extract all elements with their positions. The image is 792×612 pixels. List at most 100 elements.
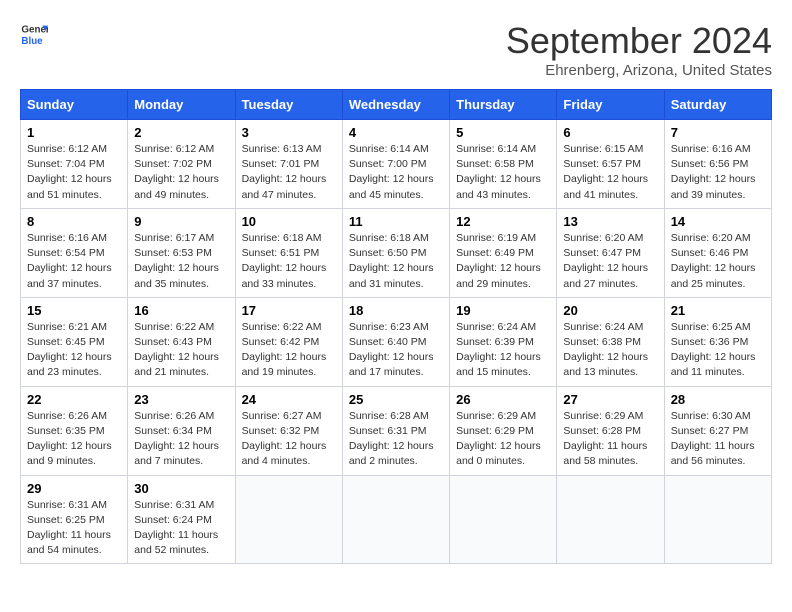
- day-info: Sunrise: 6:18 AMSunset: 6:50 PMDaylight:…: [349, 231, 443, 292]
- logo-icon: General Blue: [20, 20, 48, 48]
- day-info: Sunrise: 6:28 AMSunset: 6:31 PMDaylight:…: [349, 409, 443, 470]
- svg-text:Blue: Blue: [21, 36, 43, 47]
- calendar-cell: 21 Sunrise: 6:25 AMSunset: 6:36 PMDayligh…: [664, 297, 771, 386]
- month-title: September 2024: [506, 20, 772, 62]
- day-info: Sunrise: 6:16 AMSunset: 6:56 PMDaylight:…: [671, 142, 765, 203]
- calendar-table: SundayMondayTuesdayWednesdayThursdayFrid…: [20, 89, 772, 564]
- calendar-cell: [235, 475, 342, 564]
- day-number: 26: [456, 392, 550, 407]
- day-info: Sunrise: 6:14 AMSunset: 7:00 PMDaylight:…: [349, 142, 443, 203]
- week-row-1: 1 Sunrise: 6:12 AMSunset: 7:04 PMDaylight…: [21, 120, 772, 209]
- calendar-cell: 24 Sunrise: 6:27 AMSunset: 6:32 PMDayligh…: [235, 386, 342, 475]
- header-wednesday: Wednesday: [342, 90, 449, 120]
- calendar-cell: 12 Sunrise: 6:19 AMSunset: 6:49 PMDayligh…: [450, 208, 557, 297]
- calendar-cell: 10Sunrise: 6:18 AMSunset: 6:51 PMDayligh…: [235, 208, 342, 297]
- calendar-cell: 5 Sunrise: 6:14 AMSunset: 6:58 PMDaylight…: [450, 120, 557, 209]
- calendar-cell: 11 Sunrise: 6:18 AMSunset: 6:50 PMDayligh…: [342, 208, 449, 297]
- day-info: Sunrise: 6:12 AMSunset: 7:02 PMDaylight:…: [134, 142, 228, 203]
- day-info: Sunrise: 6:20 AMSunset: 6:47 PMDaylight:…: [563, 231, 657, 292]
- calendar-cell: 28Sunrise: 6:30 AMSunset: 6:27 PMDayligh…: [664, 386, 771, 475]
- day-number: 16: [134, 303, 228, 318]
- calendar-cell: 13Sunrise: 6:20 AMSunset: 6:47 PMDayligh…: [557, 208, 664, 297]
- calendar-cell: 1 Sunrise: 6:12 AMSunset: 7:04 PMDaylight…: [21, 120, 128, 209]
- calendar-cell: 18 Sunrise: 6:23 AMSunset: 6:40 PMDayligh…: [342, 297, 449, 386]
- calendar-cell: 8 Sunrise: 6:16 AMSunset: 6:54 PMDaylight…: [21, 208, 128, 297]
- day-number: 7: [671, 125, 765, 140]
- calendar-cell: [664, 475, 771, 564]
- day-number: 21: [671, 303, 765, 318]
- day-number: 2: [134, 125, 228, 140]
- week-row-2: 8 Sunrise: 6:16 AMSunset: 6:54 PMDaylight…: [21, 208, 772, 297]
- day-number: 9: [134, 214, 228, 229]
- calendar-cell: 17 Sunrise: 6:22 AMSunset: 6:42 PMDayligh…: [235, 297, 342, 386]
- day-info: Sunrise: 6:12 AMSunset: 7:04 PMDaylight:…: [27, 142, 121, 203]
- calendar-cell: 15 Sunrise: 6:21 AMSunset: 6:45 PMDayligh…: [21, 297, 128, 386]
- calendar-cell: 25Sunrise: 6:28 AMSunset: 6:31 PMDayligh…: [342, 386, 449, 475]
- calendar-cell: 7 Sunrise: 6:16 AMSunset: 6:56 PMDaylight…: [664, 120, 771, 209]
- header-tuesday: Tuesday: [235, 90, 342, 120]
- calendar-cell: [557, 475, 664, 564]
- day-info: Sunrise: 6:23 AMSunset: 6:40 PMDaylight:…: [349, 320, 443, 381]
- week-row-4: 22 Sunrise: 6:26 AMSunset: 6:35 PMDayligh…: [21, 386, 772, 475]
- day-number: 15: [27, 303, 121, 318]
- header-saturday: Saturday: [664, 90, 771, 120]
- calendar-cell: 29 Sunrise: 6:31 AMSunset: 6:25 PMDayligh…: [21, 475, 128, 564]
- day-info: Sunrise: 6:22 AMSunset: 6:42 PMDaylight:…: [242, 320, 336, 381]
- day-info: Sunrise: 6:13 AMSunset: 7:01 PMDaylight:…: [242, 142, 336, 203]
- header-sunday: Sunday: [21, 90, 128, 120]
- header-friday: Friday: [557, 90, 664, 120]
- day-number: 17: [242, 303, 336, 318]
- calendar-cell: 30 Sunrise: 6:31 AMSunset: 6:24 PMDayligh…: [128, 475, 235, 564]
- day-info: Sunrise: 6:18 AMSunset: 6:51 PMDaylight:…: [242, 231, 336, 292]
- day-number: 24: [242, 392, 336, 407]
- day-info: Sunrise: 6:25 AMSunset: 6:36 PMDaylight:…: [671, 320, 765, 381]
- title-block: September 2024 Ehrenberg, Arizona, Unite…: [506, 20, 772, 79]
- day-number: 1: [27, 125, 121, 140]
- day-number: 11: [349, 214, 443, 229]
- week-row-5: 29 Sunrise: 6:31 AMSunset: 6:25 PMDayligh…: [21, 475, 772, 564]
- day-info: Sunrise: 6:19 AMSunset: 6:49 PMDaylight:…: [456, 231, 550, 292]
- day-number: 14: [671, 214, 765, 229]
- calendar-cell: [450, 475, 557, 564]
- header-thursday: Thursday: [450, 90, 557, 120]
- day-info: Sunrise: 6:21 AMSunset: 6:45 PMDaylight:…: [27, 320, 121, 381]
- page-header: General Blue September 2024 Ehrenberg, A…: [20, 20, 772, 79]
- location: Ehrenberg, Arizona, United States: [506, 62, 772, 79]
- day-info: Sunrise: 6:31 AMSunset: 6:25 PMDaylight:…: [27, 498, 121, 559]
- day-number: 28: [671, 392, 765, 407]
- day-info: Sunrise: 6:31 AMSunset: 6:24 PMDaylight:…: [134, 498, 228, 559]
- day-number: 23: [134, 392, 228, 407]
- calendar-cell: 3 Sunrise: 6:13 AMSunset: 7:01 PMDaylight…: [235, 120, 342, 209]
- calendar-cell: [342, 475, 449, 564]
- day-number: 3: [242, 125, 336, 140]
- day-number: 4: [349, 125, 443, 140]
- day-number: 12: [456, 214, 550, 229]
- day-info: Sunrise: 6:14 AMSunset: 6:58 PMDaylight:…: [456, 142, 550, 203]
- day-info: Sunrise: 6:26 AMSunset: 6:35 PMDaylight:…: [27, 409, 121, 470]
- calendar-cell: 23Sunrise: 6:26 AMSunset: 6:34 PMDayligh…: [128, 386, 235, 475]
- calendar-cell: 6Sunrise: 6:15 AMSunset: 6:57 PMDaylight…: [557, 120, 664, 209]
- day-info: Sunrise: 6:27 AMSunset: 6:32 PMDaylight:…: [242, 409, 336, 470]
- logo: General Blue: [20, 20, 48, 48]
- days-header-row: SundayMondayTuesdayWednesdayThursdayFrid…: [21, 90, 772, 120]
- day-info: Sunrise: 6:16 AMSunset: 6:54 PMDaylight:…: [27, 231, 121, 292]
- day-number: 30: [134, 481, 228, 496]
- day-number: 6: [563, 125, 657, 140]
- calendar-cell: 2 Sunrise: 6:12 AMSunset: 7:02 PMDaylight…: [128, 120, 235, 209]
- calendar-cell: 27 Sunrise: 6:29 AMSunset: 6:28 PMDayligh…: [557, 386, 664, 475]
- calendar-cell: 26Sunrise: 6:29 AMSunset: 6:29 PMDayligh…: [450, 386, 557, 475]
- day-info: Sunrise: 6:17 AMSunset: 6:53 PMDaylight:…: [134, 231, 228, 292]
- day-info: Sunrise: 6:29 AMSunset: 6:28 PMDaylight:…: [563, 409, 657, 470]
- calendar-cell: 19Sunrise: 6:24 AMSunset: 6:39 PMDayligh…: [450, 297, 557, 386]
- day-info: Sunrise: 6:24 AMSunset: 6:38 PMDaylight:…: [563, 320, 657, 381]
- day-number: 8: [27, 214, 121, 229]
- calendar-cell: 16Sunrise: 6:22 AMSunset: 6:43 PMDayligh…: [128, 297, 235, 386]
- day-number: 29: [27, 481, 121, 496]
- day-number: 20: [563, 303, 657, 318]
- week-row-3: 15 Sunrise: 6:21 AMSunset: 6:45 PMDayligh…: [21, 297, 772, 386]
- day-number: 27: [563, 392, 657, 407]
- day-number: 5: [456, 125, 550, 140]
- header-monday: Monday: [128, 90, 235, 120]
- day-number: 22: [27, 392, 121, 407]
- day-number: 18: [349, 303, 443, 318]
